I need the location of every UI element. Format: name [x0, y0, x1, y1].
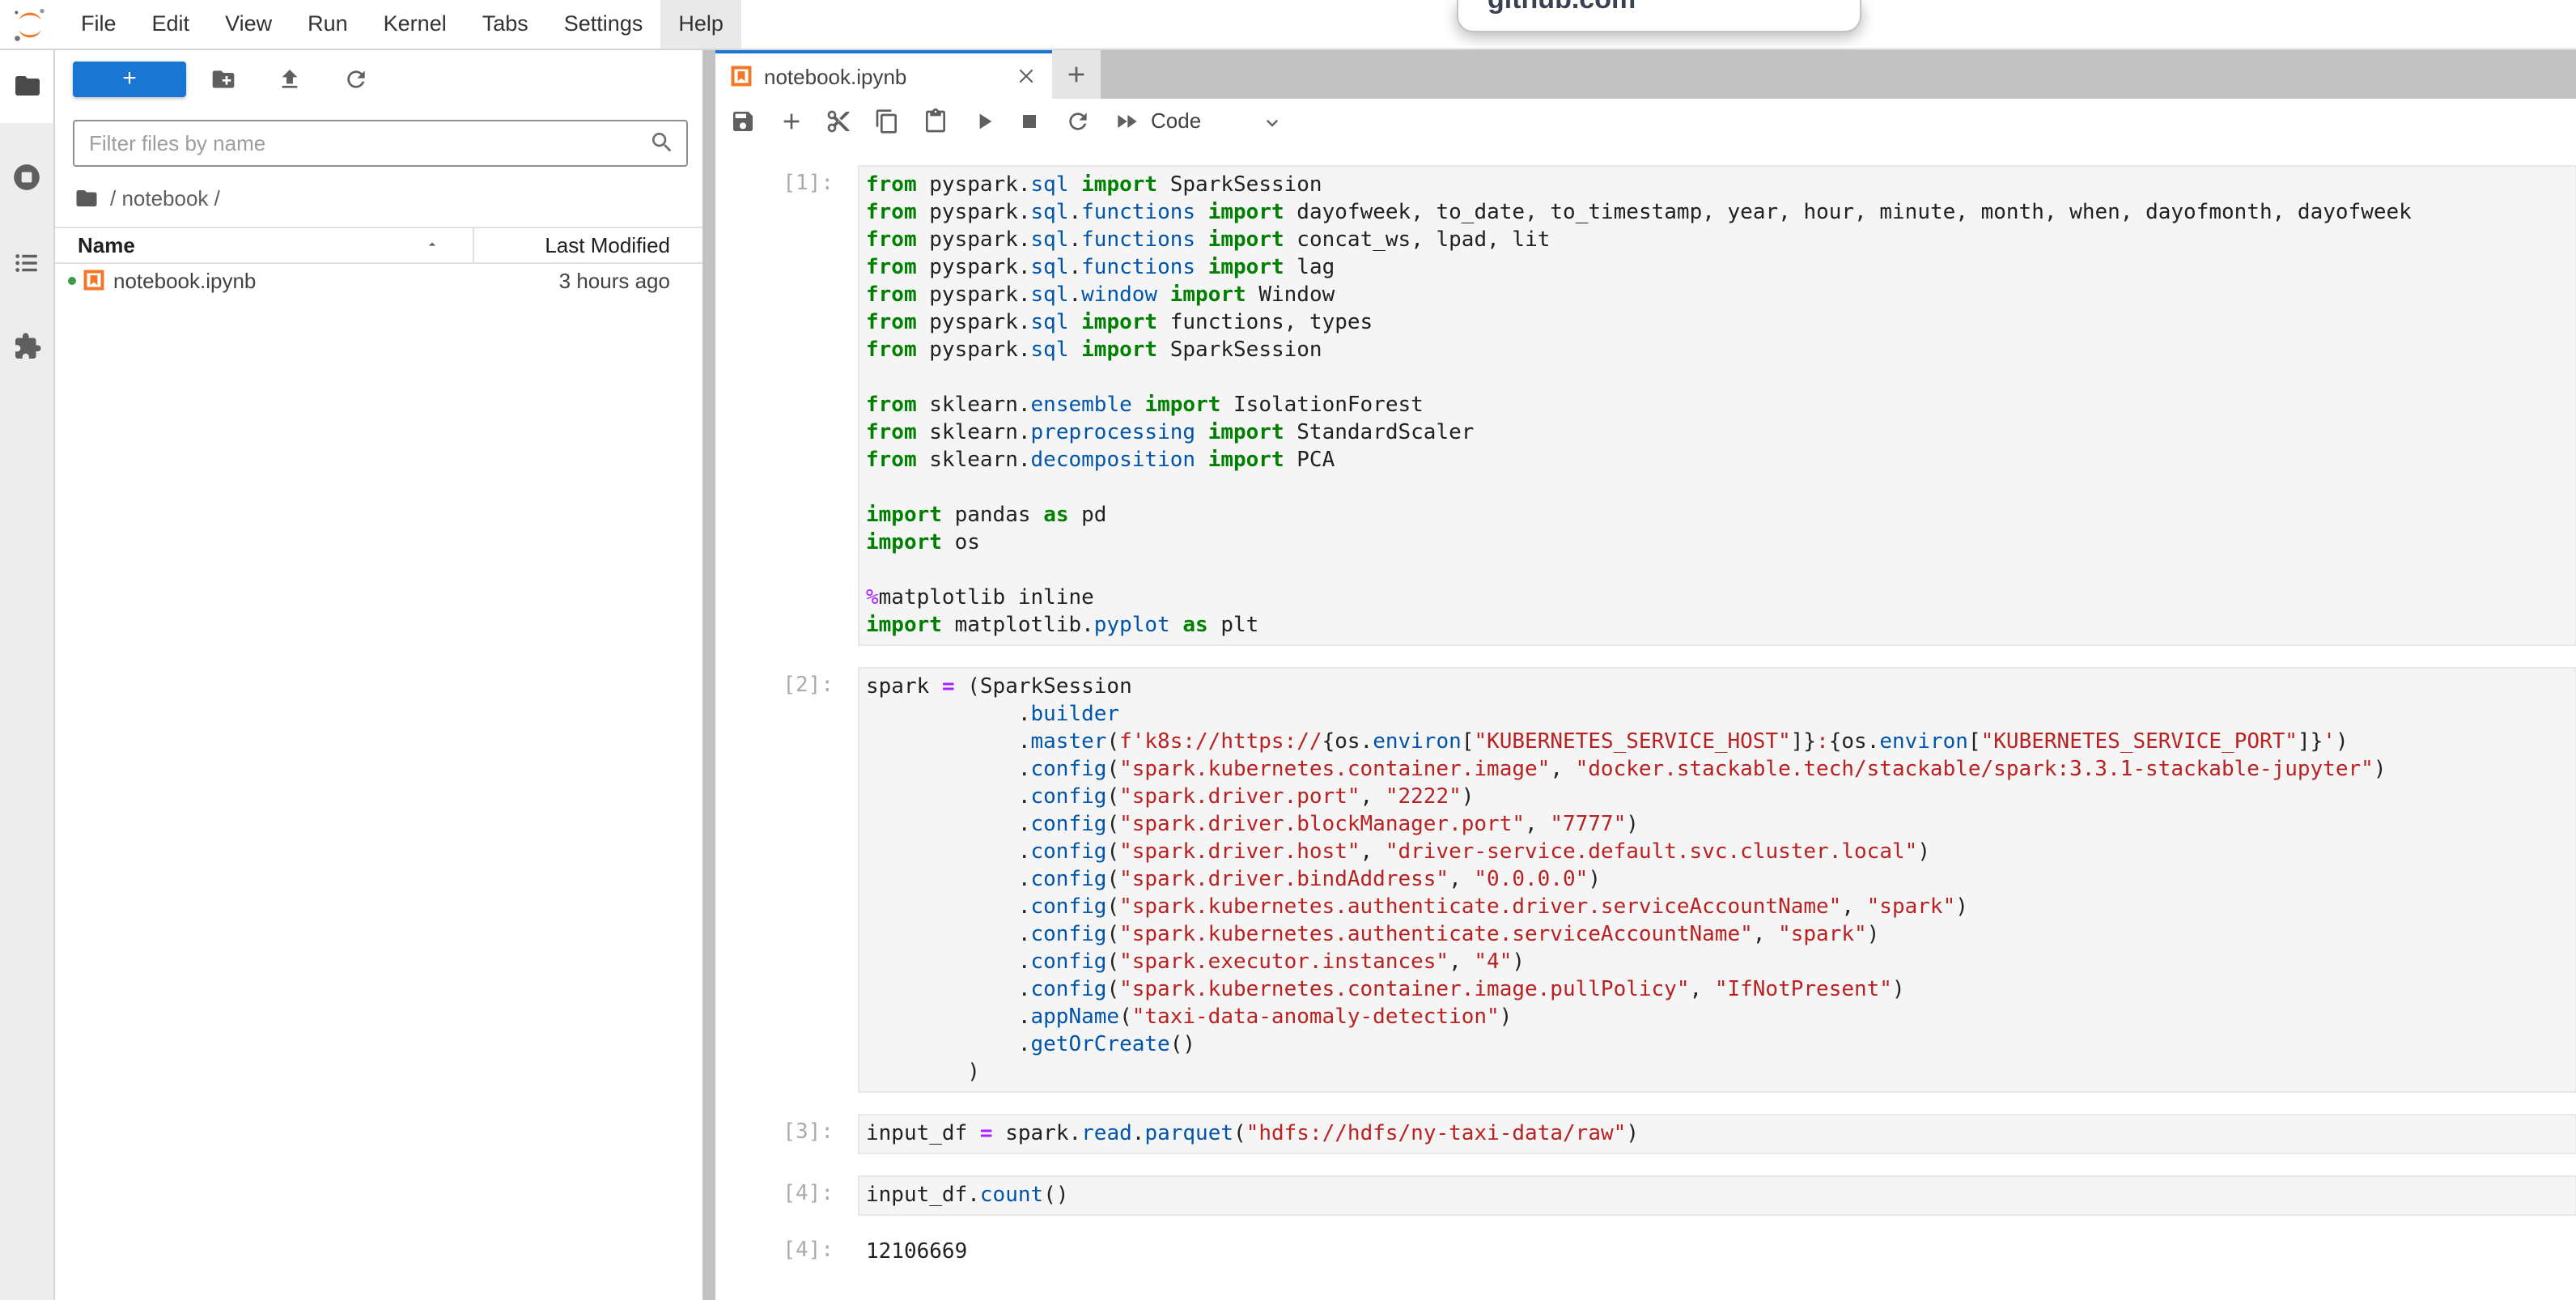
dock-tab-bar: notebook.ipynb: [715, 49, 2576, 99]
menu-tabs[interactable]: Tabs: [465, 0, 546, 49]
menu-file[interactable]: File: [63, 0, 134, 49]
folder-icon: [12, 71, 41, 100]
chevron-down-icon[interactable]: [1261, 112, 1284, 134]
home-folder-icon[interactable]: [74, 185, 99, 210]
tab-notebook[interactable]: notebook.ipynb: [715, 49, 1052, 99]
input-prompt: [2]:: [715, 667, 858, 698]
jupyter-logo-icon: [11, 6, 49, 43]
paste-icon: [923, 108, 948, 134]
stop-icon: [1016, 108, 1042, 134]
menu-bar: File Edit View Run Kernel Tabs Settings …: [0, 0, 2576, 50]
restart-icon: [1065, 108, 1091, 134]
panel-splitter[interactable]: [702, 49, 715, 1300]
file-browser-toolbar: +: [55, 49, 702, 110]
tab-title: notebook.ipynb: [764, 64, 1013, 88]
refresh-icon[interactable]: [343, 66, 369, 92]
filter-files-input[interactable]: [74, 121, 686, 165]
input-prompt: [1]:: [715, 165, 858, 196]
notebook-tab-icon: [730, 65, 753, 87]
cell-editor[interactable]: from pyspark.sql import SparkSessionfrom…: [858, 165, 2576, 646]
cut-cells-button[interactable]: [825, 108, 851, 134]
sidebar-tab-file-browser[interactable]: [0, 49, 53, 123]
breadcrumb-path[interactable]: / notebook /: [110, 185, 220, 210]
column-header-modified[interactable]: Last Modified: [545, 233, 670, 257]
puzzle-icon: [12, 332, 41, 361]
notebook-cells: [1]:from pyspark.sql import SparkSession…: [715, 144, 2576, 1300]
upload-icon[interactable]: [277, 66, 303, 92]
code-cell-row: [1]:from pyspark.sql import SparkSession…: [715, 165, 2576, 646]
notebook-file-icon: [83, 269, 105, 291]
new-launcher-button[interactable]: +: [73, 62, 186, 97]
code-cell-row: [2]:spark = (SparkSession .builder .mast…: [715, 667, 2576, 1093]
main-dock-panel: notebook.ipynb: [715, 49, 2576, 1300]
browser-popup: github.com: [1457, 0, 1861, 32]
cell-editor[interactable]: input_df = spark.read.parquet("hdfs://hd…: [858, 1114, 2576, 1154]
new-folder-icon[interactable]: [210, 66, 236, 92]
cell-output-row: [4]:12106669: [715, 1232, 2576, 1272]
save-icon: [730, 108, 756, 134]
cell-editor[interactable]: input_df.count(): [858, 1175, 2576, 1216]
notebook-toolbar: Code: [715, 99, 2576, 146]
file-name[interactable]: notebook.ipynb: [113, 269, 256, 293]
cell-editor[interactable]: spark = (SparkSession .builder .master(f…: [858, 667, 2576, 1093]
file-list-header: Name Last Modified: [55, 227, 702, 264]
plus-icon: [1063, 61, 1089, 87]
jupyterlab-window: File Edit View Run Kernel Tabs Settings …: [0, 0, 2576, 1300]
copy-icon: [874, 108, 900, 134]
menu-kernel[interactable]: Kernel: [366, 0, 465, 49]
list-icon: [13, 249, 40, 276]
popup-origin-text: github.com: [1487, 0, 1636, 16]
menu-help[interactable]: Help: [660, 0, 741, 49]
menu-settings[interactable]: Settings: [546, 0, 661, 49]
sidebar-tab-toc[interactable]: [0, 225, 53, 300]
add-cell-button[interactable]: [779, 108, 804, 134]
input-prompt: [3]:: [715, 1114, 858, 1145]
menu-view[interactable]: View: [207, 0, 290, 49]
kernel-running-dot: [68, 277, 76, 285]
fast-forward-icon: [1114, 108, 1139, 134]
sidebar-tab-running[interactable]: [0, 139, 53, 214]
cell-output-text: 12106669: [858, 1232, 2576, 1272]
file-browser-panel: + / notebook / Name: [55, 49, 702, 1300]
save-button[interactable]: [730, 108, 756, 134]
filter-files-box: [73, 120, 688, 167]
menu-run[interactable]: Run: [290, 0, 366, 49]
column-divider: [473, 228, 474, 262]
interrupt-kernel-button[interactable]: [1016, 108, 1042, 134]
cell-type-dropdown[interactable]: Code: [1151, 108, 1201, 133]
plus-icon: [779, 108, 804, 134]
sidebar-tab-extensions[interactable]: [0, 309, 53, 384]
column-header-name[interactable]: Name: [78, 233, 135, 257]
search-icon: [649, 130, 675, 155]
play-icon: [971, 108, 997, 134]
file-modified: 3 hours ago: [559, 269, 670, 293]
code-cell-row: [3]:input_df = spark.read.parquet("hdfs:…: [715, 1114, 2576, 1154]
paste-cells-button[interactable]: [923, 108, 948, 134]
new-tab-button[interactable]: [1052, 49, 1101, 99]
scissors-icon: [825, 108, 851, 134]
sidebar-tab-strip: [0, 49, 55, 1300]
restart-run-all-button[interactable]: [1114, 108, 1139, 134]
restart-kernel-button[interactable]: [1065, 108, 1091, 134]
input-prompt: [4]:: [715, 1175, 858, 1206]
output-prompt: [4]:: [715, 1232, 858, 1263]
code-cell-row: [4]:input_df.count(): [715, 1175, 2576, 1216]
breadcrumb[interactable]: / notebook /: [55, 178, 702, 217]
file-row[interactable]: notebook.ipynb 3 hours ago: [55, 262, 702, 300]
close-icon[interactable]: [1013, 63, 1039, 89]
stop-circle-icon: [11, 161, 42, 192]
run-cell-button[interactable]: [971, 108, 997, 134]
sort-ascending-icon[interactable]: [424, 236, 440, 253]
copy-cells-button[interactable]: [874, 108, 900, 134]
menu-edit[interactable]: Edit: [134, 0, 208, 49]
